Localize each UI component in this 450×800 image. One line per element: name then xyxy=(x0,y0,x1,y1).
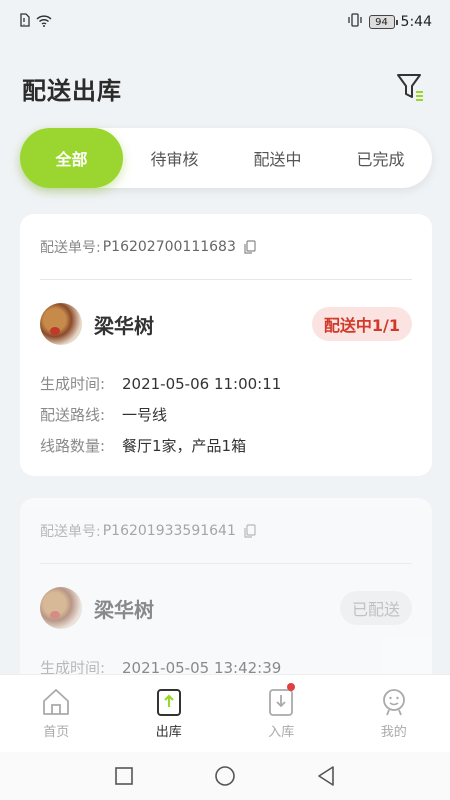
info-row: 线路数量: 餐厅1家，产品1箱 xyxy=(40,430,412,461)
nav-label: 入库 xyxy=(268,725,295,740)
order-number: P16201933591641 xyxy=(102,522,236,539)
bottom-nav: 首页 出库 入库 我的 xyxy=(0,674,450,752)
avatar xyxy=(40,303,82,345)
order-number-row: 配送单号: P16201933591641 xyxy=(40,498,412,564)
order-number-label: 配送单号: xyxy=(40,523,101,540)
order-number-row: 配送单号: P16202700111683 xyxy=(40,214,412,280)
status-badge: 配送中1/1 xyxy=(311,307,412,341)
user-info: 梁华树 xyxy=(40,303,154,345)
system-nav-bar xyxy=(0,752,450,800)
page-title: 配送出库 xyxy=(22,76,122,105)
back-button[interactable] xyxy=(316,765,336,787)
nav-profile[interactable]: 我的 xyxy=(354,687,434,740)
inbound-icon xyxy=(269,689,294,716)
nav-label: 首页 xyxy=(43,725,70,740)
copy-icon[interactable] xyxy=(244,239,256,254)
square-icon xyxy=(115,767,133,785)
order-number: P16202700111683 xyxy=(102,238,236,255)
info-value: 餐厅1家，产品1箱 xyxy=(122,437,247,455)
status-right: 94 5:44 xyxy=(347,13,432,31)
vibrate-icon xyxy=(347,13,363,31)
status-left xyxy=(20,13,52,31)
nav-home[interactable]: 首页 xyxy=(16,687,96,740)
tab-completed[interactable]: 已完成 xyxy=(329,128,432,188)
filter-button[interactable] xyxy=(394,71,428,105)
info-row: 配送路线: 一号线 xyxy=(40,399,412,430)
tab-delivering[interactable]: 配送中 xyxy=(226,128,329,188)
info-row: 生成时间: 2021-05-06 11:00:11 xyxy=(40,368,412,399)
wifi-icon xyxy=(36,14,52,31)
order-card[interactable]: 配送单号: P16202700111683 梁华树 配送中1/1 生成时间: 2… xyxy=(20,214,432,476)
nav-inbound[interactable]: 入库 xyxy=(241,683,321,740)
clock: 5:44 xyxy=(400,14,432,30)
info-label: 配送路线: xyxy=(40,406,106,424)
filter-icon xyxy=(397,74,423,101)
circle-icon xyxy=(215,766,235,786)
home-icon xyxy=(43,689,70,715)
status-bar: 94 5:44 xyxy=(0,0,450,44)
profile-icon xyxy=(382,689,405,716)
recent-apps-button[interactable] xyxy=(114,766,134,786)
order-card[interactable]: 配送单号: P16201933591641 梁华树 已配送 生成时间: 2021… xyxy=(20,498,432,698)
nav-outbound[interactable]: 出库 xyxy=(129,687,209,740)
home-button[interactable] xyxy=(214,765,236,787)
order-number-label: 配送单号: xyxy=(40,239,101,256)
copy-icon[interactable] xyxy=(244,523,256,538)
nav-label: 我的 xyxy=(380,725,407,740)
user-name: 梁华树 xyxy=(94,597,154,622)
status-badge: 已配送 xyxy=(339,591,412,625)
info-value: 2021-05-06 11:00:11 xyxy=(122,374,282,393)
tab-all[interactable]: 全部 xyxy=(20,128,123,188)
tab-pending-review[interactable]: 待审核 xyxy=(123,128,226,188)
info-label: 线路数量: xyxy=(40,437,106,455)
sim-icon xyxy=(20,13,30,31)
avatar xyxy=(40,587,82,629)
user-info: 梁华树 xyxy=(40,587,154,629)
info-value: 一号线 xyxy=(122,406,168,424)
user-row: 梁华树 已配送 xyxy=(40,564,412,652)
status-tabs: 全部 待审核 配送中 已完成 xyxy=(20,128,432,188)
user-name: 梁华树 xyxy=(94,313,154,338)
battery-indicator: 94 xyxy=(368,15,398,29)
header: 配送出库 xyxy=(0,60,450,116)
nav-label: 出库 xyxy=(155,725,182,740)
info-label: 生成时间: xyxy=(40,375,106,393)
user-row: 梁华树 配送中1/1 xyxy=(40,280,412,368)
back-triangle-icon xyxy=(318,766,334,786)
outbound-icon xyxy=(156,689,181,716)
